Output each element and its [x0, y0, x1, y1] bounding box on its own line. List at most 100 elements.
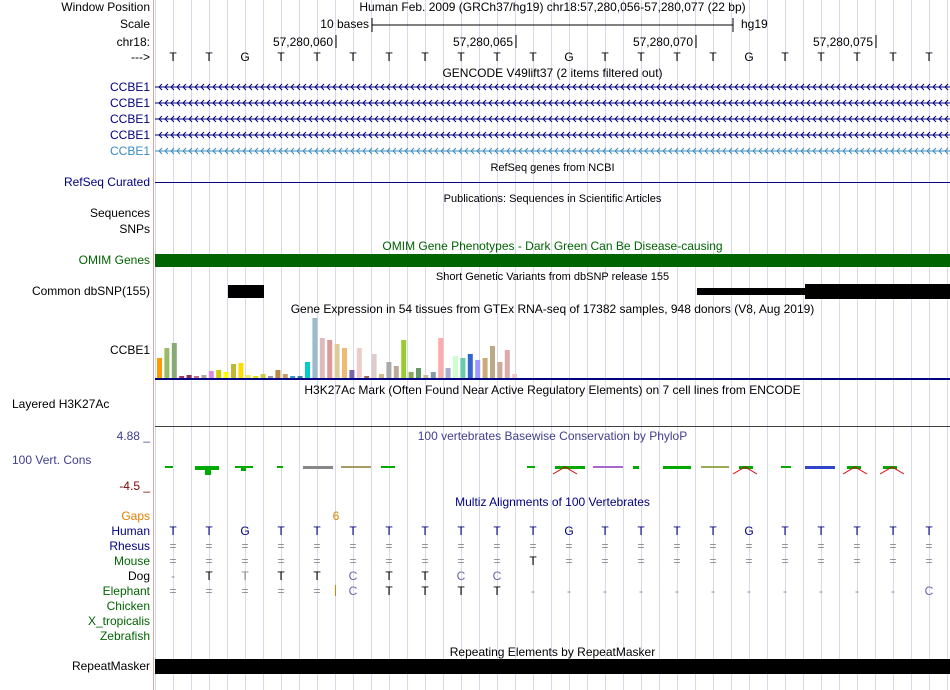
base-letter: T	[925, 50, 933, 64]
alignment-base: =	[817, 554, 825, 568]
base-letter: T	[889, 50, 897, 64]
alignment-base: =	[205, 539, 213, 553]
alignment-base: G	[564, 524, 574, 538]
gencode-label-4[interactable]: CCBE1	[110, 128, 150, 142]
gtex-tissue-bar[interactable]	[342, 348, 347, 378]
gencode-label-2[interactable]: CCBE1	[110, 96, 150, 110]
species-elephant[interactable]: Elephant	[103, 584, 150, 598]
gtex-tissue-bar[interactable]	[475, 360, 481, 378]
cons-label[interactable]: 100 Vert. Cons	[12, 453, 91, 467]
alignment-base: =	[529, 539, 537, 553]
alignment-base: =	[781, 554, 789, 568]
alignment-base: T	[385, 524, 393, 538]
gtex-tissue-bar[interactable]	[208, 371, 214, 378]
alignment-base: T	[529, 554, 537, 568]
omim-label[interactable]: OMIM Genes	[79, 253, 150, 267]
gtex-tissue-bar[interactable]	[453, 356, 458, 378]
dbsnp-label[interactable]: Common dbSNP(155)	[32, 284, 150, 298]
gencode-label-5[interactable]: CCBE1	[110, 144, 150, 158]
gencode-title: GENCODE V49lift37 (2 items filtered out)	[442, 66, 663, 80]
alignment-base: =	[457, 539, 465, 553]
gtex-tissue-bar[interactable]	[349, 370, 355, 378]
gtex-tissue-bar[interactable]	[504, 350, 510, 378]
base-letter: T	[601, 50, 609, 64]
base-letter: T	[493, 50, 501, 64]
alignment-base: -	[783, 584, 787, 598]
gtex-tissue-bar[interactable]	[467, 354, 473, 378]
refseq-label[interactable]: RefSeq Curated	[64, 175, 150, 189]
gtex-tissue-bar[interactable]	[445, 368, 451, 378]
repeatmasker-element[interactable]	[155, 659, 950, 674]
alignment-base: T	[889, 524, 897, 538]
alignment-base: =	[277, 584, 285, 598]
phylop-score-mark	[527, 466, 535, 468]
repeatmasker-label[interactable]: RepeatMasker	[72, 659, 150, 673]
alignment-base: =	[349, 554, 357, 568]
species-rhesus[interactable]: Rhesus	[109, 539, 150, 553]
h3k27ac-label[interactable]: Layered H3K27Ac	[12, 397, 109, 411]
gtex-tissue-bar[interactable]	[231, 364, 236, 378]
track-display[interactable]: Human Feb. 2009 (GRCh37/hg19) chr18:57,2…	[155, 0, 950, 690]
gencode-transcripts[interactable]	[155, 80, 950, 160]
chrom-label: chr18:	[116, 35, 150, 49]
alignment-base: =	[709, 539, 717, 553]
species-mouse[interactable]: Mouse	[114, 554, 150, 568]
species-chicken[interactable]: Chicken	[107, 599, 150, 613]
gtex-tissue-bar[interactable]	[164, 348, 170, 378]
gtex-tissue-bar[interactable]	[157, 358, 162, 378]
snp-variant-1[interactable]	[228, 285, 264, 298]
phylop-score-mark	[593, 466, 623, 468]
gencode-label-3[interactable]: CCBE1	[110, 112, 150, 126]
snps-label[interactable]: SNPs	[119, 222, 150, 236]
snp-variant-3[interactable]	[805, 284, 950, 299]
species-human[interactable]: Human	[111, 524, 150, 538]
gtex-tissue-bar[interactable]	[401, 340, 407, 378]
gtex-tissue-bar[interactable]	[482, 358, 488, 378]
alignment-base: C	[348, 584, 358, 598]
gtex-tissue-bar[interactable]	[386, 362, 392, 378]
species-xtropicalis[interactable]: X_tropicalis	[88, 614, 150, 628]
alignment-base: =	[169, 554, 177, 568]
alignment-base: =	[637, 554, 645, 568]
gaps-value: 6	[332, 509, 340, 523]
omim-gene-bar[interactable]	[155, 254, 950, 267]
gtex-tissue-bar[interactable]	[490, 346, 495, 378]
gtex-tissue-bar[interactable]	[216, 370, 222, 378]
refseq-gene-line[interactable]	[155, 182, 950, 183]
phylop-score-mark	[633, 466, 639, 469]
alignment-base: T	[241, 569, 249, 583]
phylop-conservation-plot[interactable]	[155, 455, 950, 479]
alignment-base: T	[205, 569, 213, 583]
gtex-tissue-bar[interactable]	[416, 368, 421, 378]
gtex-tissue-bar[interactable]	[238, 363, 244, 378]
base-letter: T	[385, 50, 393, 64]
gtex-tissue-bar[interactable]	[327, 340, 333, 378]
gtex-expression-bars[interactable]	[155, 316, 950, 380]
gtex-tissue-bar[interactable]	[171, 343, 177, 378]
alignment-base: T	[601, 524, 609, 538]
alignment-base: -	[819, 584, 823, 598]
gtex-tissue-bar[interactable]	[275, 370, 281, 378]
phylop-score-mark	[165, 466, 173, 468]
gtex-tissue-bar[interactable]	[371, 354, 377, 378]
alignment-base: T	[925, 524, 933, 538]
gtex-tissue-bar[interactable]	[334, 344, 340, 378]
alignment-base: T	[277, 569, 285, 583]
gtex-tissue-bar[interactable]	[356, 348, 362, 378]
window-position-label: Window Position	[61, 0, 150, 14]
gtex-tissue-bar[interactable]	[305, 362, 310, 378]
gtex-tissue-bar[interactable]	[393, 366, 399, 378]
gtex-tissue-bar[interactable]	[319, 338, 325, 378]
alignment-base: =	[637, 539, 645, 553]
gtex-label[interactable]: CCBE1	[110, 343, 150, 357]
snp-variant-2[interactable]	[697, 288, 807, 295]
gtex-tissue-bar[interactable]	[497, 362, 503, 378]
gtex-tissue-bar[interactable]	[312, 318, 318, 378]
sequences-label[interactable]: Sequences	[90, 206, 150, 220]
gencode-label-1[interactable]: CCBE1	[110, 80, 150, 94]
cons-bottom-value: -4.5 _	[119, 479, 150, 493]
gtex-tissue-bar[interactable]	[438, 338, 444, 378]
species-dog[interactable]: Dog	[128, 569, 150, 583]
gtex-tissue-bar[interactable]	[460, 358, 466, 378]
species-zebrafish[interactable]: Zebrafish	[100, 629, 150, 643]
